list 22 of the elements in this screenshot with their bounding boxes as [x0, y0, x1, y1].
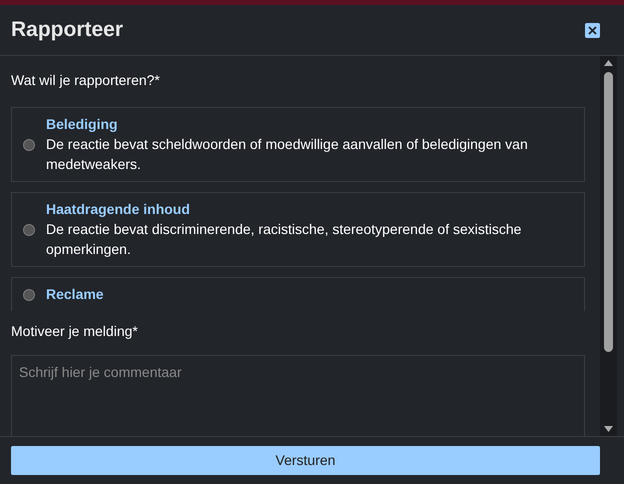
option-card[interactable]: Reclame [11, 277, 585, 311]
scrollbar[interactable] [600, 56, 617, 436]
radio-button[interactable] [23, 288, 35, 300]
radio-button[interactable] [23, 138, 35, 150]
scroll-up-icon[interactable] [604, 60, 613, 66]
dialog-title: Rapporteer [11, 17, 124, 44]
option-description: De reactie bevat scheldwoorden of moedwillige aanvallen of beledigingen van medetweakers. [46, 135, 529, 174]
close-icon [588, 26, 597, 34]
option-description: De reactie bevat discriminerende, racistische, stereotyperende of sexistische opmerkingen. [46, 220, 522, 259]
option-card[interactable]: Haatdragende inhoud De reactie bevat discriminerende, racistische, stereotyperende of sexistische opmerkingen. [11, 192, 585, 267]
option-title: Reclame [46, 285, 104, 304]
scroll-down-icon[interactable] [604, 426, 613, 432]
question-label: Wat wil je rapporteren?* [11, 71, 161, 90]
comment-field[interactable]: Schrijf hier je commentaar [11, 355, 585, 436]
scroll-thumb[interactable] [604, 72, 613, 352]
submit-button[interactable]: Versturen [11, 446, 600, 475]
option-title: Haatdragende inhoud [46, 200, 191, 219]
option-card[interactable]: Belediging De reactie bevat scheldwoorden of moedwillige aanvallen of beledigingen van medetweakers. [11, 107, 585, 182]
option-title: Belediging [46, 115, 119, 134]
radio-button[interactable] [23, 224, 35, 236]
comment-label: Motiveer je melding* [11, 322, 139, 341]
close-button[interactable] [585, 22, 600, 38]
